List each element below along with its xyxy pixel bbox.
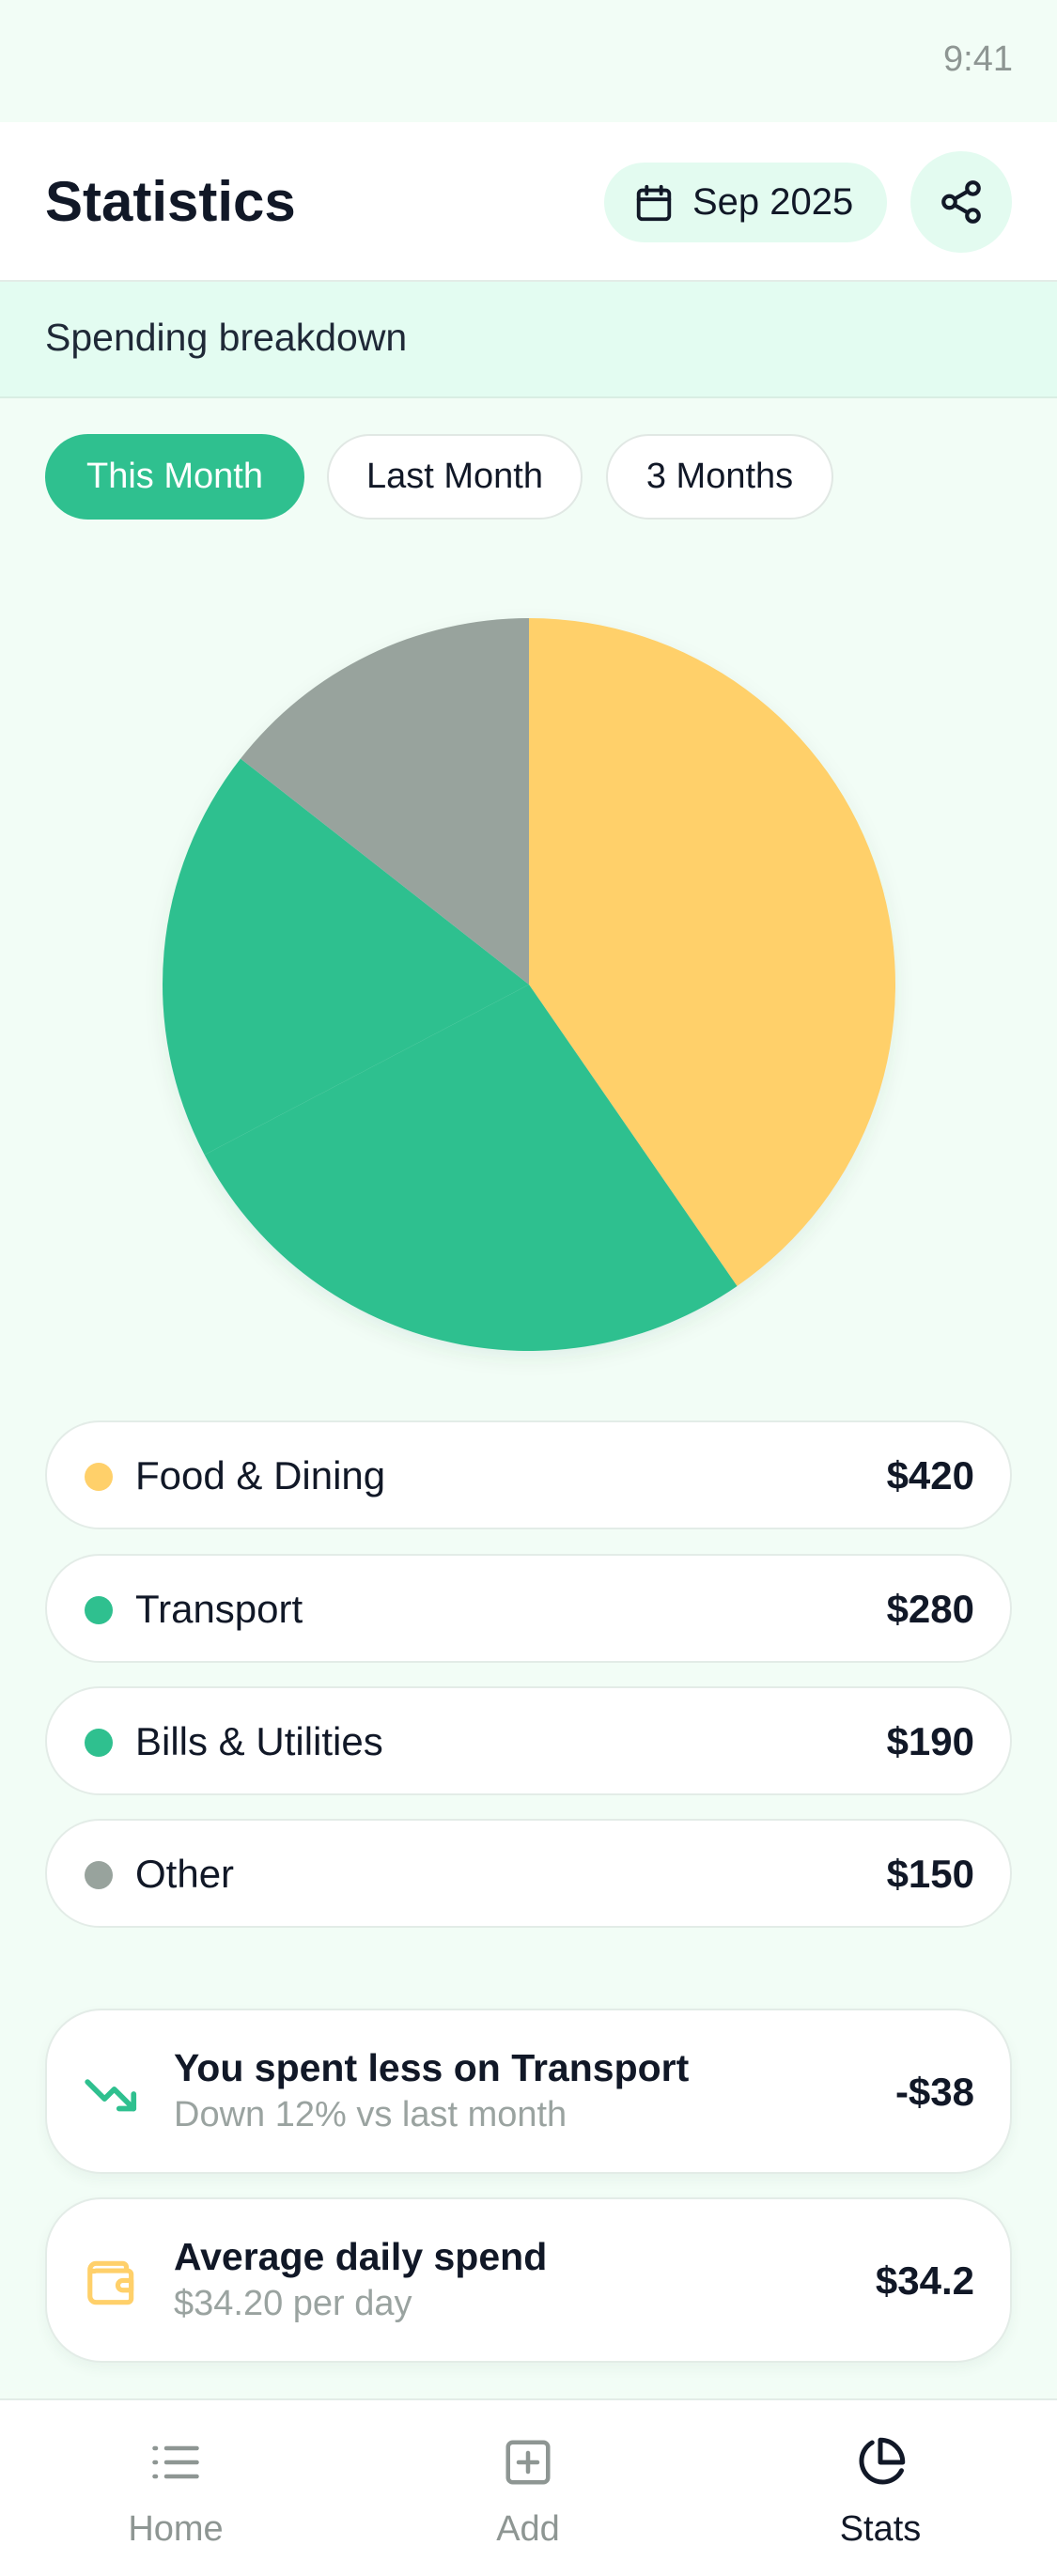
pie-chart-icon bbox=[852, 2434, 909, 2491]
legend-label: Transport bbox=[135, 1587, 303, 1631]
share-button[interactable] bbox=[910, 151, 1012, 253]
section-subheader: Spending breakdown bbox=[0, 282, 1057, 398]
legend-label: Bills & Utilities bbox=[135, 1719, 383, 1763]
legend-dot bbox=[85, 1861, 113, 1889]
share-icon bbox=[941, 180, 981, 224]
insight-title: You spent less on Transport bbox=[174, 2046, 690, 2089]
insight-title: Average daily spend bbox=[174, 2235, 548, 2278]
nav-item-stats[interactable]: Stats bbox=[777, 2400, 984, 2576]
legend-item-food-dining[interactable]: Food & Dining $420 bbox=[45, 1420, 1012, 1529]
legend-item-bills-utilities[interactable]: Bills & Utilities $190 bbox=[45, 1686, 1012, 1795]
legend-dot bbox=[85, 1729, 113, 1757]
insight-subtitle: $34.20 per day bbox=[174, 2284, 412, 2323]
subheader-text: Spending breakdown bbox=[45, 316, 408, 359]
nav-item-home[interactable]: Home bbox=[72, 2400, 279, 2576]
legend-item-transport[interactable]: Transport $280 bbox=[45, 1554, 1012, 1663]
tab-this-month[interactable]: This Month bbox=[45, 434, 304, 520]
legend-value: $420 bbox=[886, 1453, 974, 1497]
insight-value: $34.2 bbox=[875, 2258, 974, 2303]
tab-last-month[interactable]: Last Month bbox=[327, 434, 583, 520]
legend-value: $190 bbox=[886, 1719, 974, 1763]
insight-card-average-daily[interactable]: Average daily spend $34.20 per day $34.2 bbox=[45, 2197, 1012, 2363]
nav-label: Stats bbox=[839, 2509, 922, 2549]
calendar-icon bbox=[636, 184, 672, 221]
insight-card-transport[interactable]: You spent less on Transport Down 12% vs … bbox=[45, 2009, 1012, 2174]
nav-label: Home bbox=[128, 2509, 224, 2549]
status-bar: 9:41 bbox=[0, 0, 1057, 122]
legend-value: $150 bbox=[886, 1852, 974, 1896]
legend-dot bbox=[85, 1463, 113, 1491]
bottom-nav: Home Add Stats bbox=[0, 2398, 1057, 2576]
trending-down-icon bbox=[83, 2065, 141, 2123]
tab-3-months[interactable]: 3 Months bbox=[606, 434, 833, 520]
insight-value: -$38 bbox=[894, 2070, 974, 2114]
legend-label: Food & Dining bbox=[135, 1453, 386, 1497]
header: Statistics Sep 2025 bbox=[0, 122, 1057, 282]
date-label: Sep 2025 bbox=[692, 181, 854, 223]
nav-label: Add bbox=[496, 2509, 560, 2549]
wallet-icon bbox=[83, 2254, 141, 2312]
status-time: 9:41 bbox=[943, 39, 1013, 79]
list-icon bbox=[148, 2434, 204, 2491]
date-picker-button[interactable]: Sep 2025 bbox=[604, 163, 887, 242]
pie-chart-svg bbox=[163, 618, 895, 1351]
insight-subtitle: Down 12% vs last month bbox=[174, 2095, 567, 2134]
legend-dot bbox=[85, 1596, 113, 1624]
legend-value: $280 bbox=[886, 1587, 974, 1631]
legend-label: Other bbox=[135, 1852, 235, 1896]
statistics-screen: 9:41 Statistics Sep 2025 Spending breakd… bbox=[0, 0, 1057, 2576]
legend-item-other[interactable]: Other $150 bbox=[45, 1819, 1012, 1928]
plus-square-icon bbox=[500, 2434, 556, 2491]
page-title: Statistics bbox=[45, 170, 296, 233]
spending-pie-chart bbox=[160, 615, 898, 1354]
nav-item-add[interactable]: Add bbox=[425, 2400, 631, 2576]
